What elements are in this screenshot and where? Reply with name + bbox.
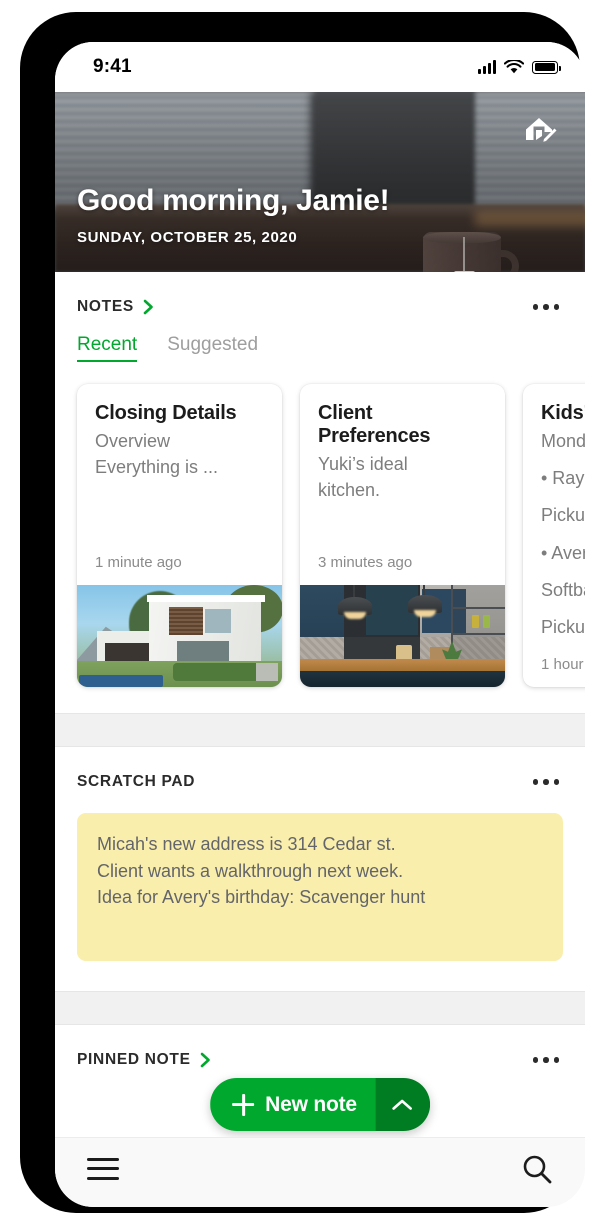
notes-section-title: NOTES	[77, 298, 134, 315]
scratch-pad-line: Client wants a walkthrough next week.	[97, 860, 404, 881]
new-note-fab[interactable]: New note	[210, 1078, 430, 1131]
note-card-snippet: Yuki’s ideal kitchen.	[318, 452, 487, 554]
note-card-title: Client Preferences	[318, 402, 431, 448]
note-card[interactable]: Kids’ Mond • Ray – Picku • Aver Softba P…	[523, 384, 585, 687]
note-snippet-line: kitchen.	[318, 480, 381, 501]
note-snippet-line: • Ray –	[541, 468, 585, 489]
section-divider-band	[55, 991, 585, 1025]
note-card-title: Kids’	[541, 402, 585, 424]
note-snippet-line: Everything is ...	[95, 457, 219, 478]
hero-header: Good morning, Jamie! SUNDAY, OCTOBER 25,…	[55, 92, 585, 272]
note-card-body: Client Preferences Yuki’s ideal kitchen.…	[300, 384, 505, 585]
hero-text-block: Good morning, Jamie! SUNDAY, OCTOBER 25,…	[77, 184, 390, 246]
note-card[interactable]: Client Preferences Yuki’s ideal kitchen.…	[300, 384, 505, 687]
search-icon[interactable]	[521, 1153, 553, 1185]
signal-icon	[478, 59, 496, 74]
note-card-timestamp: 1 minute ago	[95, 554, 182, 571]
status-bar-time: 9:41	[93, 56, 132, 77]
notes-overflow-menu-button[interactable]	[531, 298, 562, 316]
notes-title-link[interactable]: NOTES	[77, 298, 154, 316]
home-edit-icon[interactable]	[523, 114, 557, 146]
note-card-snippet: Mond • Ray – Picku • Aver Softba Picku	[541, 429, 585, 656]
note-card-body: Kids’ Mond • Ray – Picku • Aver Softba P…	[523, 384, 585, 687]
note-snippet-line: Picku	[541, 505, 585, 526]
wifi-icon	[504, 59, 524, 73]
battery-icon	[532, 60, 561, 74]
notes-section: NOTES Recent Suggested Closing Details O…	[55, 272, 585, 713]
note-card-timestamp: 1 hour	[541, 656, 584, 673]
phone-screen: 9:41 Good morning, Jamie! SUNDAY, OCTOBE…	[55, 42, 585, 1207]
tab-recent[interactable]: Recent	[77, 334, 138, 362]
pinned-note-overflow-menu-button[interactable]	[531, 1051, 562, 1069]
new-note-expand-button[interactable]	[374, 1078, 430, 1131]
scratch-pad-note[interactable]: Micah's new address is 314 Cedar st. Cli…	[77, 813, 563, 961]
scratch-pad-body: Micah's new address is 314 Cedar st. Cli…	[55, 791, 585, 991]
pinned-note-title: PINNED NOTE	[77, 1051, 191, 1068]
note-snippet-line: Mond	[541, 431, 585, 452]
scratch-pad-line: Micah's new address is 314 Cedar st.	[97, 834, 396, 854]
scratch-pad-title: SCRATCH PAD	[77, 773, 196, 790]
status-bar: 9:41	[55, 42, 585, 92]
tab-suggested[interactable]: Suggested	[167, 334, 258, 362]
date-text: SUNDAY, OCTOBER 25, 2020	[77, 229, 298, 246]
note-card-thumbnail	[77, 585, 282, 687]
plus-icon	[232, 1093, 255, 1116]
scratch-pad-overflow-menu-button[interactable]	[531, 773, 562, 791]
scratch-pad-line: Idea for Avery's birthday: Scavenger hun…	[97, 887, 426, 908]
pinned-note-title-link[interactable]: PINNED NOTE	[77, 1051, 211, 1069]
notes-tabs: Recent Suggested	[55, 316, 585, 362]
notes-section-header: NOTES	[55, 272, 585, 316]
notes-card-carousel[interactable]: Closing Details Overview Everything is .…	[55, 362, 585, 713]
scratch-pad-section: SCRATCH PAD Micah's new address is 314 C…	[55, 747, 585, 991]
chevron-right-icon	[200, 1052, 210, 1068]
phone-frame: 9:41 Good morning, Jamie! SUNDAY, OCTOBE…	[20, 12, 585, 1213]
greeting-text: Good morning, Jamie!	[77, 184, 390, 217]
new-note-label: New note	[265, 1092, 357, 1116]
note-snippet-line: • Aver	[541, 542, 585, 563]
new-note-button[interactable]: New note	[210, 1078, 375, 1131]
scratch-pad-title-wrap: SCRATCH PAD	[77, 773, 195, 791]
chevron-right-icon	[143, 299, 153, 315]
note-card-body: Closing Details Overview Everything is .…	[77, 384, 282, 585]
note-card-snippet: Overview Everything is ...	[95, 429, 264, 554]
note-snippet-line: Softba	[541, 579, 585, 600]
scratch-pad-header: SCRATCH PAD	[55, 747, 585, 791]
note-card-timestamp: 3 minutes ago	[318, 554, 413, 571]
note-snippet-line: Yuki’s ideal	[318, 454, 408, 475]
section-divider-band	[55, 713, 585, 747]
note-snippet-line: Picku	[541, 616, 585, 637]
note-card-thumbnail	[300, 585, 505, 687]
chevron-up-icon	[392, 1099, 413, 1110]
note-card-title: Closing Details	[95, 402, 237, 424]
hamburger-menu-icon[interactable]	[87, 1157, 119, 1180]
status-bar-icons	[478, 59, 561, 75]
note-card[interactable]: Closing Details Overview Everything is .…	[77, 384, 282, 687]
bottom-navigation-bar	[55, 1137, 585, 1207]
note-snippet-line: Overview	[95, 431, 171, 452]
